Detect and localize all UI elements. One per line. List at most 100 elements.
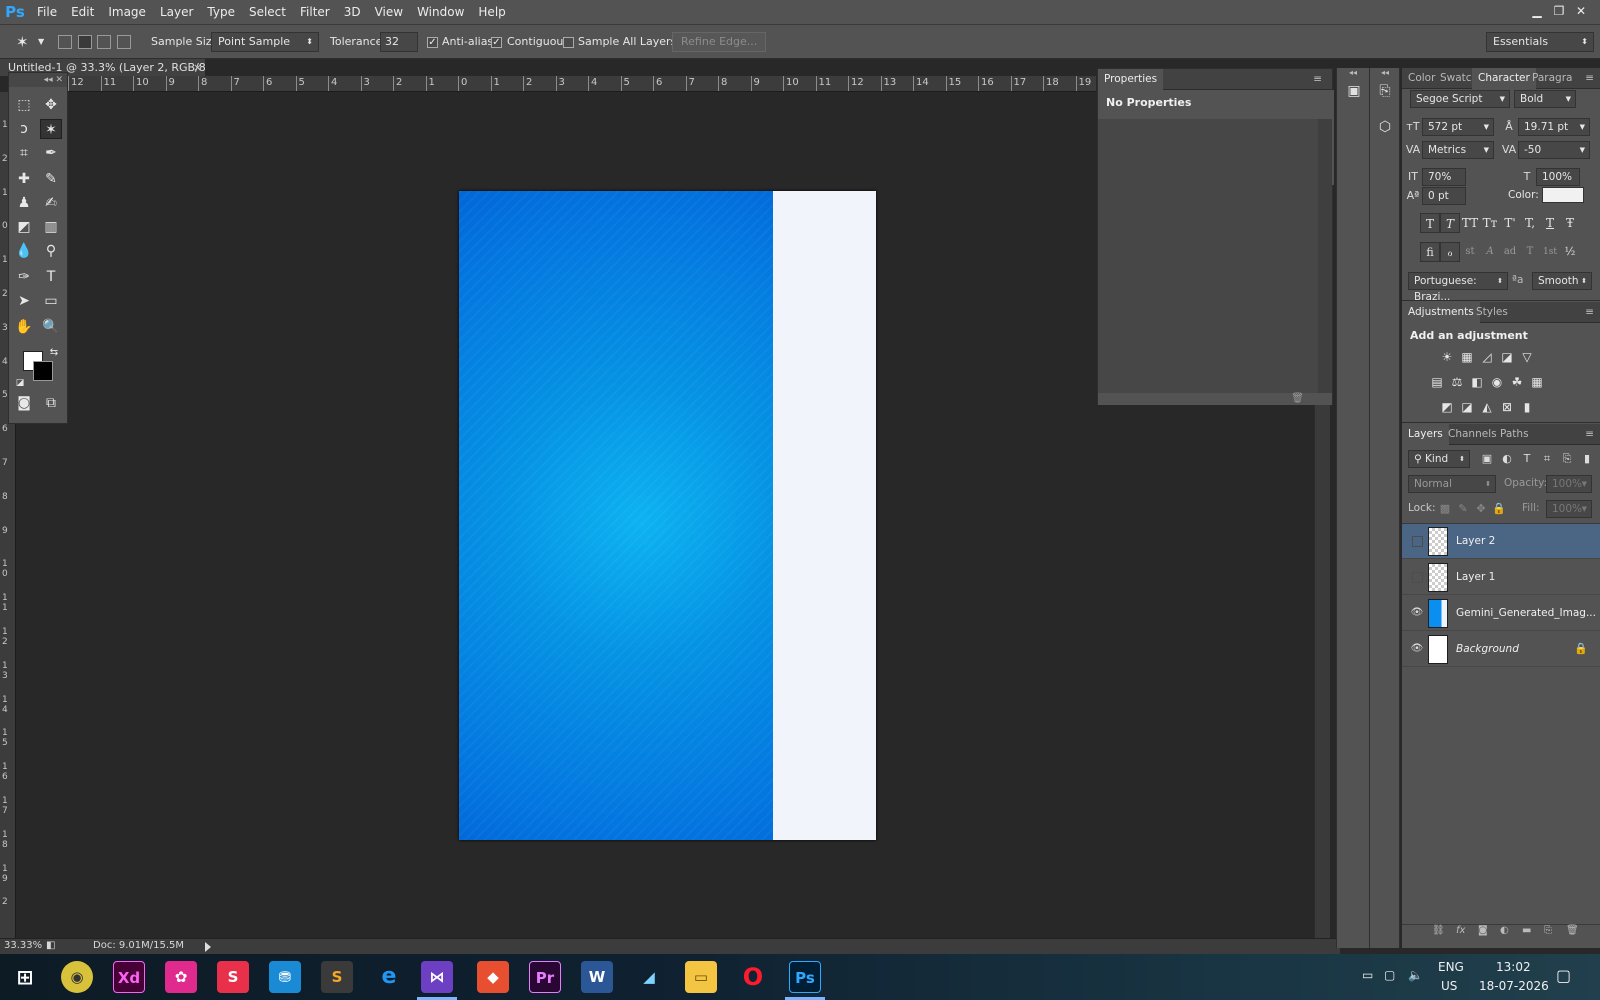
panel-menu-icon[interactable]: ≡ xyxy=(1307,69,1328,90)
link-layers-icon[interactable]: ⛓ xyxy=(1432,925,1445,936)
properties-dock-icon[interactable]: ▣ xyxy=(1343,80,1365,102)
vertical-scale-input[interactable]: 70% xyxy=(1422,168,1466,186)
zoom-level[interactable]: 33.33% xyxy=(4,940,42,951)
fill-input[interactable]: 100% ▼ xyxy=(1546,500,1592,518)
marquee-tool-icon[interactable]: ⬚ xyxy=(13,95,35,115)
tools-panel-collapse-icon[interactable]: ◂◂ ✕ xyxy=(9,73,67,87)
adobe-xd-icon[interactable]: Xd xyxy=(113,961,145,993)
layer-row[interactable]: 👁 Gemini_Generated_Imag... xyxy=(1402,596,1600,631)
new-group-icon[interactable]: ▬ xyxy=(1522,925,1531,936)
sample-size-select[interactable]: Point Sample ⬍ xyxy=(211,32,319,52)
menu-3d[interactable]: 3D xyxy=(337,0,368,25)
tab-styles[interactable]: Styles xyxy=(1470,302,1514,323)
filter-adjustment-icon[interactable]: ◐ xyxy=(1498,450,1516,468)
discretionary-ligatures-button[interactable]: st xyxy=(1460,242,1480,262)
layer-row[interactable]: Layer 1 xyxy=(1402,560,1600,595)
photoshop-taskbar-icon[interactable]: Ps xyxy=(789,961,821,993)
close-icon[interactable]: ✕ xyxy=(1570,2,1592,20)
titling-alternates-button[interactable]: T xyxy=(1520,242,1540,262)
brightness-contrast-icon[interactable]: ☀ xyxy=(1438,348,1456,366)
menu-select[interactable]: Select xyxy=(242,0,293,25)
blend-mode-select[interactable]: Normal ⬍ xyxy=(1408,475,1496,493)
language-bottom[interactable]: US xyxy=(1441,979,1457,993)
small-caps-button[interactable]: Tт xyxy=(1480,213,1500,233)
layer-thumbnail[interactable] xyxy=(1428,563,1448,592)
visibility-toggle[interactable] xyxy=(1412,572,1423,583)
stylistic-alternates-button[interactable]: ad xyxy=(1500,242,1520,262)
healing-brush-tool-icon[interactable]: ✚ xyxy=(13,169,35,189)
layer-thumbnail[interactable] xyxy=(1428,527,1448,556)
hue-saturation-icon[interactable]: ▤ xyxy=(1428,373,1446,391)
superscript-button[interactable]: T' xyxy=(1500,213,1520,233)
chevron-down-icon[interactable]: ▼ xyxy=(38,32,44,52)
black-white-icon[interactable]: ◧ xyxy=(1468,373,1486,391)
eyedropper-tool-icon[interactable]: ✒ xyxy=(40,143,62,163)
document-canvas[interactable] xyxy=(459,191,876,840)
app-pink-icon[interactable]: ✿ xyxy=(165,961,197,993)
layer-style-icon[interactable]: fx xyxy=(1456,925,1465,936)
exposure-icon[interactable]: ◪ xyxy=(1498,348,1516,366)
tab-adjustments[interactable]: Adjustments xyxy=(1402,302,1480,323)
document-close-icon[interactable]: × xyxy=(193,59,202,76)
panel-menu-icon[interactable]: ≡ xyxy=(1579,424,1600,445)
file-explorer-icon[interactable]: ▭ xyxy=(685,961,717,993)
eye-icon[interactable]: 👁 xyxy=(1410,642,1424,656)
dvd-player-icon[interactable]: ◉ xyxy=(61,961,93,993)
panel-menu-icon[interactable]: ≡ xyxy=(1579,68,1600,89)
notifications-icon[interactable]: ▢ xyxy=(1556,966,1571,985)
filter-pixel-icon[interactable]: ▣ xyxy=(1478,450,1496,468)
color-lookup-icon[interactable]: ▦ xyxy=(1528,373,1546,391)
git-icon[interactable]: ◆ xyxy=(477,961,509,993)
ligatures-button[interactable]: fi xyxy=(1420,242,1440,262)
horizontal-scale-input[interactable]: 100% xyxy=(1536,168,1580,186)
hand-tool-icon[interactable]: ✋ xyxy=(13,317,35,337)
language-top[interactable]: ENG xyxy=(1438,960,1464,974)
3d-dock-icon[interactable]: ⬡ xyxy=(1374,116,1396,138)
gradient-map-icon[interactable]: ▮ xyxy=(1518,398,1536,416)
font-style-select[interactable]: Bold ▼ xyxy=(1514,90,1576,108)
workspace-select[interactable]: Essentials ⬍ xyxy=(1486,32,1594,52)
old-style-button[interactable]: ℴ xyxy=(1440,242,1460,262)
posterize-icon[interactable]: ◪ xyxy=(1458,398,1476,416)
font-family-select[interactable]: Segoe Script ▼ xyxy=(1410,90,1510,108)
subscript-button[interactable]: T, xyxy=(1520,213,1540,233)
visibility-toggle[interactable] xyxy=(1412,536,1423,547)
underline-button[interactable]: T xyxy=(1540,213,1560,233)
gradient-tool-icon[interactable]: ▥ xyxy=(40,217,62,237)
layer-row[interactable]: 👁 Background 🔒 xyxy=(1402,632,1600,667)
layer-thumbnail[interactable] xyxy=(1428,599,1448,628)
tab-paths[interactable]: Paths xyxy=(1494,424,1535,445)
dodge-tool-icon[interactable]: ⚲ xyxy=(40,241,62,261)
contiguous-checkbox[interactable]: ✓ xyxy=(491,37,502,48)
lasso-tool-icon[interactable]: ↄ xyxy=(13,119,35,139)
clone-stamp-tool-icon[interactable]: ♟ xyxy=(13,193,35,213)
lock-image-icon[interactable]: ✎ xyxy=(1454,500,1472,518)
move-tool-icon[interactable]: ✥ xyxy=(40,95,62,115)
properties-scrollbar[interactable] xyxy=(1318,119,1332,393)
brush-tool-icon[interactable]: ✎ xyxy=(40,169,62,189)
anti-alias-checkbox[interactable]: ✓ xyxy=(427,37,438,48)
menu-type[interactable]: Type xyxy=(200,0,242,25)
curves-icon[interactable]: ◿ xyxy=(1478,348,1496,366)
opera-icon[interactable]: O xyxy=(737,961,769,993)
refine-edge-button[interactable]: Refine Edge... xyxy=(672,32,767,52)
dock-collapse-icon[interactable]: ◂◂ xyxy=(1337,68,1369,78)
new-adjustment-layer-icon[interactable]: ◐ xyxy=(1500,925,1509,936)
magic-wand-tool-preset-icon[interactable]: ✶ xyxy=(16,32,29,52)
lock-position-icon[interactable]: ✥ xyxy=(1472,500,1490,518)
network-icon[interactable]: ▢ xyxy=(1384,968,1395,982)
strikethrough-button[interactable]: Ŧ xyxy=(1560,213,1580,233)
visual-studio-icon[interactable]: ⋈ xyxy=(421,961,453,993)
status-info-icon[interactable]: ◧ xyxy=(46,940,55,951)
vibrance-icon[interactable]: ▽ xyxy=(1518,348,1536,366)
ordinals-button[interactable]: 1st xyxy=(1540,242,1560,262)
layer-name[interactable]: Background xyxy=(1456,643,1519,655)
levels-icon[interactable]: ▦ xyxy=(1458,348,1476,366)
new-layer-icon[interactable]: ⎘ xyxy=(1544,925,1552,936)
layer-name[interactable]: Layer 1 xyxy=(1456,571,1495,583)
all-caps-button[interactable]: TT xyxy=(1460,213,1480,233)
zoom-tool-icon[interactable]: 🔍 xyxy=(40,317,62,337)
crop-tool-icon[interactable]: ⌗ xyxy=(13,143,35,163)
background-color-swatch[interactable] xyxy=(33,361,53,381)
swash-button[interactable]: A xyxy=(1480,242,1500,262)
